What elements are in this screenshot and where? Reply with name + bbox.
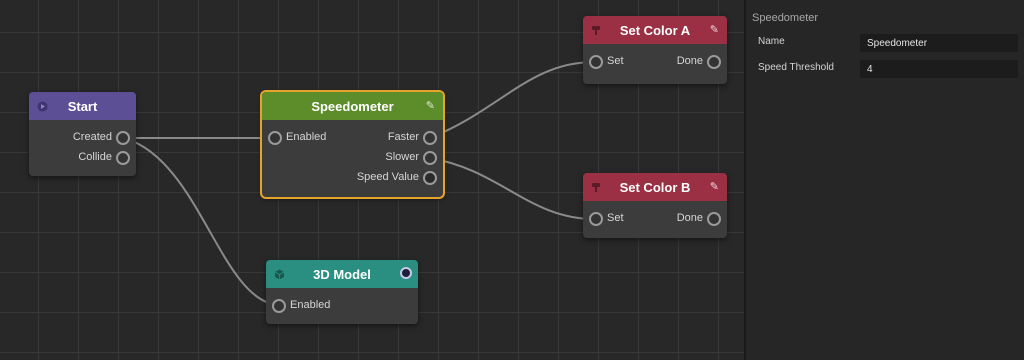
node-speedometer-title: Speedometer	[311, 98, 394, 114]
input-port-set[interactable]	[589, 212, 603, 226]
output-port-slower[interactable]	[423, 151, 437, 165]
output-label-collide: Collide	[78, 151, 112, 163]
name-input[interactable]	[860, 34, 1018, 52]
output-port-collide[interactable]	[116, 151, 130, 165]
pencil-icon[interactable]: ✎	[710, 23, 719, 36]
node-start-header[interactable]: Start	[29, 92, 136, 120]
paint-roller-icon	[590, 181, 602, 193]
field-label-name: Name	[758, 36, 785, 47]
output-label-slower: Slower	[385, 151, 419, 163]
node-speedometer-row: Speed Value	[262, 168, 443, 188]
cube-icon	[273, 268, 285, 280]
output-label-done: Done	[676, 212, 703, 224]
node-speedometer-header[interactable]: Speedometer ✎	[262, 92, 443, 120]
speed-threshold-input[interactable]	[860, 60, 1018, 78]
node-start-title: Start	[67, 98, 98, 114]
node-speedometer-row: Slower	[262, 148, 443, 168]
output-port-faster[interactable]	[423, 131, 437, 145]
output-label-speed-value: Speed Value	[356, 171, 419, 183]
graph-canvas[interactable]: Start Created Collide Speedometer ✎ Enab…	[0, 0, 744, 360]
status-dot-icon[interactable]	[400, 267, 412, 279]
input-port-enabled[interactable]	[268, 131, 282, 145]
output-label-faster: Faster	[387, 131, 419, 143]
input-label-enabled: Enabled	[286, 131, 327, 143]
node-start-output-row: Created	[29, 128, 136, 148]
inspector-title: Speedometer	[752, 12, 819, 24]
wire-faster-to-set-color-a[interactable]	[429, 61, 595, 139]
node-set-color-a-header[interactable]: Set Color A ✎	[583, 16, 727, 44]
node-3d-model[interactable]: 3D Model Enabled	[266, 260, 418, 324]
node-set-color-b-title: Set Color B	[619, 179, 691, 195]
input-port-enabled[interactable]	[272, 299, 286, 313]
output-port-done[interactable]	[707, 55, 721, 69]
output-port-done[interactable]	[707, 212, 721, 226]
pencil-icon[interactable]: ✎	[710, 180, 719, 193]
node-speedometer-row: Enabled Faster	[262, 128, 443, 148]
node-set-color-b-row: Set Done	[583, 209, 727, 229]
inspector-panel: Speedometer Name Speed Threshold	[744, 0, 1024, 360]
wire-start-to-3d-model[interactable]	[123, 137, 279, 306]
pencil-icon[interactable]: ✎	[426, 99, 435, 112]
node-start[interactable]: Start Created Collide	[29, 92, 136, 176]
input-port-set[interactable]	[589, 55, 603, 69]
input-label-set: Set	[607, 55, 624, 67]
node-3d-model-row: Enabled	[266, 296, 418, 316]
node-set-color-b-header[interactable]: Set Color B ✎	[583, 173, 727, 201]
node-speedometer[interactable]: Speedometer ✎ Enabled Faster Slower Spee…	[262, 92, 443, 197]
output-label-created: Created	[72, 131, 112, 143]
input-label-set: Set	[607, 212, 624, 224]
node-3d-model-title: 3D Model	[313, 266, 371, 282]
node-3d-model-header[interactable]: 3D Model	[266, 260, 418, 288]
output-label-done: Done	[676, 55, 703, 67]
play-circle-icon	[36, 100, 48, 112]
output-port-speed-value[interactable]	[423, 171, 437, 185]
field-label-speed-threshold: Speed Threshold	[758, 62, 834, 73]
paint-roller-icon	[590, 24, 602, 36]
node-set-color-b[interactable]: Set Color B ✎ Set Done	[583, 173, 727, 238]
node-start-output-row: Collide	[29, 148, 136, 168]
wire-slower-to-set-color-b[interactable]	[429, 157, 595, 220]
node-set-color-a-row: Set Done	[583, 52, 727, 72]
node-set-color-a-title: Set Color A	[619, 22, 691, 38]
output-port-created[interactable]	[116, 131, 130, 145]
input-label-enabled: Enabled	[290, 299, 331, 311]
node-set-color-a[interactable]: Set Color A ✎ Set Done	[583, 16, 727, 84]
